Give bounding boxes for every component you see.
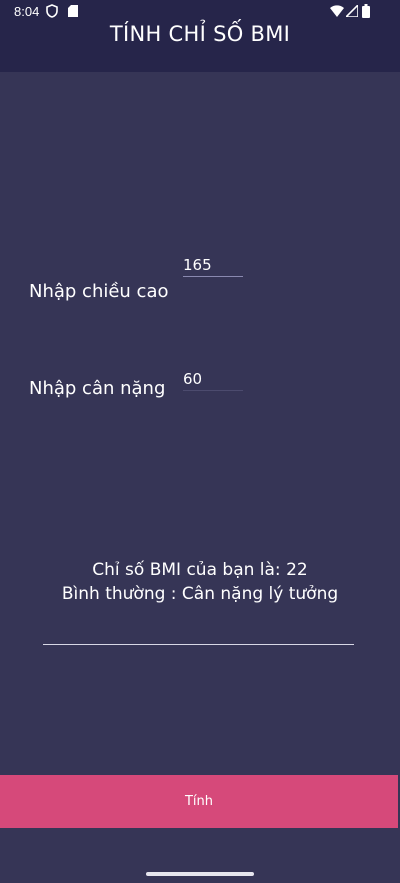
sd-card-icon: [68, 5, 78, 17]
signal-icon: [346, 5, 358, 17]
battery-icon: [362, 4, 370, 18]
wifi-icon: [330, 5, 344, 17]
weight-label: Nhập cân nặng: [29, 378, 166, 399]
bmi-status-text: Bình thường : Cân nặng lý tưởng: [61, 584, 339, 604]
weight-input[interactable]: [183, 368, 243, 391]
home-indicator[interactable]: [146, 872, 254, 876]
shield-icon: [46, 4, 58, 18]
status-time: 8:04: [14, 4, 40, 19]
divider: [43, 644, 354, 645]
calculate-button[interactable]: Tính: [0, 775, 398, 828]
status-bar: 8:04: [0, 0, 400, 24]
page-title: TÍNH CHỈ SỐ BMI: [109, 22, 291, 46]
bmi-result-text: Chỉ số BMI của bạn là: 22: [92, 560, 308, 580]
height-label: Nhập chiều cao: [29, 281, 169, 302]
height-input[interactable]: [183, 254, 243, 277]
